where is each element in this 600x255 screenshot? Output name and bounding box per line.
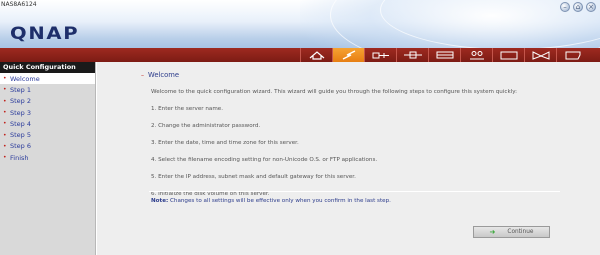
disk-icon[interactable]	[428, 48, 460, 62]
sidebar-item-label: Step 3	[10, 108, 32, 117]
sidebar-item-step-4[interactable]: • Step 4	[0, 118, 95, 129]
bullet-icon: •	[3, 154, 7, 162]
sidebar-item-label: Step 5	[10, 131, 32, 140]
step-description: 3. Enter the date, time and time zone fo…	[151, 140, 299, 146]
note-body: Changes to all settings will be effectiv…	[168, 198, 391, 204]
step-description: 1. Enter the server name.	[151, 106, 223, 112]
close-icon[interactable]: ×	[586, 2, 596, 12]
sidebar-item-step-2[interactable]: • Step 2	[0, 96, 95, 107]
qnap-admin-page: NAS8A6124 QNAP – ⌂ × Quick Configuration…	[0, 0, 600, 255]
sidebar: Quick Configuration • Welcome • Step 1 •…	[0, 62, 96, 255]
sidebar-item-welcome[interactable]: • Welcome	[0, 73, 95, 85]
intro-text: Welcome to the quick configuration wizar…	[151, 89, 518, 95]
quick-config-icon[interactable]	[332, 48, 364, 62]
section-header: – Welcome	[141, 71, 179, 79]
logout-icon[interactable]	[556, 48, 588, 62]
note-label: Note:	[151, 198, 169, 204]
home-icon[interactable]	[300, 48, 332, 62]
sidebar-item-label: Step 2	[10, 97, 32, 106]
sidebar-item-step-3[interactable]: • Step 3	[0, 107, 95, 118]
bullet-icon: •	[3, 120, 7, 128]
sidebar-item-label: Step 1	[10, 85, 32, 94]
section-title: Welcome	[148, 71, 180, 79]
step-description: 2. Change the administrator password.	[151, 123, 261, 129]
bullet-icon: •	[3, 131, 7, 139]
arrow-right-icon: ➜	[489, 228, 496, 236]
bullet-icon: •	[3, 142, 7, 150]
sidebar-item-label: Finish	[10, 153, 29, 162]
media-icon[interactable]	[524, 48, 556, 62]
sidebar-item-label: Step 4	[10, 119, 32, 128]
header-banner: NAS8A6124 QNAP – ⌂ ×	[0, 0, 600, 48]
sidebar-title: Quick Configuration	[0, 62, 95, 73]
sidebar-item-step-1[interactable]: • Step 1	[0, 84, 95, 95]
note-text: Note: Changes to all settings will be ef…	[151, 198, 391, 204]
step-description: 4. Select the filename encoding setting …	[151, 157, 378, 163]
nav-icons	[300, 48, 588, 62]
share-icon[interactable]	[492, 48, 524, 62]
continue-label: Continue	[507, 229, 534, 235]
bullet-icon: •	[3, 75, 7, 83]
bullet-icon: •	[3, 86, 7, 94]
bullet-icon: •	[3, 109, 7, 117]
home-icon[interactable]: ⌂	[573, 2, 583, 12]
sidebar-item-finish[interactable]: • Finish	[0, 152, 95, 163]
qnap-logo: QNAP	[10, 24, 80, 44]
collapse-arrow-icon[interactable]: –	[141, 72, 144, 79]
users-icon[interactable]	[460, 48, 492, 62]
step-description: 5. Enter the IP address, subnet mask and…	[151, 174, 356, 180]
system-admin-icon[interactable]	[364, 48, 396, 62]
divider	[149, 191, 560, 192]
hostname-label: NAS8A6124	[1, 1, 37, 8]
welcome-text: Welcome to the quick configuration wizar…	[151, 88, 571, 207]
continue-button[interactable]: ➜ Continue	[473, 226, 550, 238]
network-icon[interactable]	[396, 48, 428, 62]
sidebar-item-label: Step 6	[10, 142, 32, 151]
bullet-icon: •	[3, 97, 7, 105]
sidebar-item-label: Welcome	[10, 74, 40, 83]
sidebar-item-step-6[interactable]: • Step 6	[0, 141, 95, 152]
window-controls: – ⌂ ×	[560, 2, 596, 12]
minimize-icon[interactable]: –	[560, 2, 570, 12]
sidebar-item-step-5[interactable]: • Step 5	[0, 129, 95, 140]
main-content: – Welcome Welcome to the quick configura…	[97, 62, 600, 255]
